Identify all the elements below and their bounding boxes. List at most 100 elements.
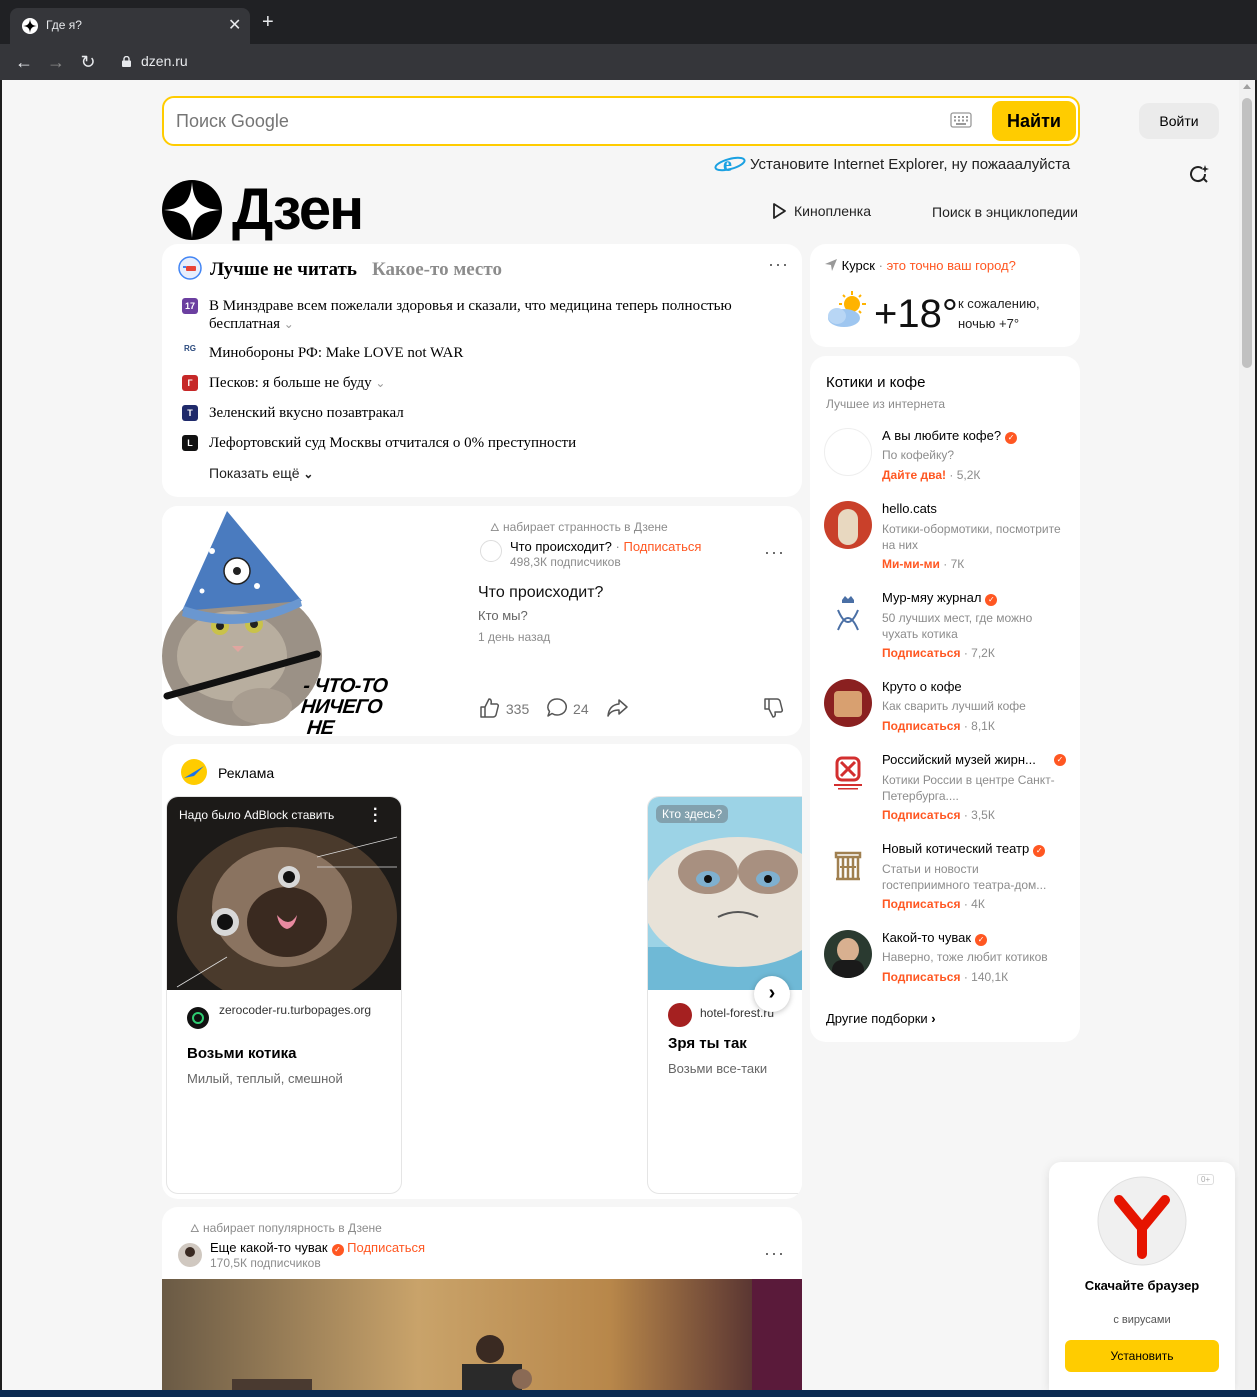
post-image[interactable]: - ЧТО-ТО НИЧЕГО НЕ ПОМЕНЯЛОСЬ bbox=[162, 506, 462, 736]
share-button[interactable] bbox=[605, 699, 629, 717]
browser-tab[interactable]: Где я? ✕ bbox=[10, 8, 250, 44]
channel-name[interactable]: Еще какой-то чувак bbox=[210, 1240, 328, 1255]
login-button[interactable]: Войти bbox=[1139, 103, 1219, 139]
like-count: 335 bbox=[505, 701, 530, 717]
channel-count: 7К bbox=[950, 557, 965, 571]
channel-line: Что происходит? · Подписаться bbox=[510, 539, 702, 554]
taskbar-strip bbox=[0, 1390, 1257, 1397]
ad-badge: Надо было AdBlock ставить bbox=[179, 808, 335, 822]
video-preview-image[interactable] bbox=[162, 1279, 802, 1390]
channels-title[interactable]: Котики и кофе bbox=[826, 374, 925, 391]
channel-action[interactable]: Подписаться bbox=[882, 970, 960, 984]
forward-icon[interactable]: → bbox=[44, 50, 68, 74]
ad-more-icon[interactable]: · · · bbox=[373, 802, 378, 830]
channel-item[interactable]: Мур-мяу журнал ✓ 50 лучших мест, где можн… bbox=[810, 590, 1080, 666]
crown-monogram-icon bbox=[837, 596, 859, 631]
news-more-icon[interactable]: ··· bbox=[768, 254, 789, 275]
dzen-favicon-icon bbox=[22, 18, 38, 34]
ad-card[interactable]: Надо было AdBlock ставить · · · zerocoder-… bbox=[166, 796, 402, 1194]
post-subtitle: Кто мы? bbox=[478, 608, 528, 623]
channel-name-text: Российский музей жирн... bbox=[882, 752, 1036, 767]
carousel-next-icon[interactable]: › bbox=[754, 976, 790, 1012]
channel-action[interactable]: Подписаться bbox=[882, 646, 960, 660]
channel-item[interactable]: А вы любите кофе? ✓ По кофейку? Дайте два… bbox=[810, 428, 1080, 488]
ad-title[interactable]: Зря ты так bbox=[668, 1035, 747, 1052]
channel-item[interactable]: Какой-то чувак ✓ Наверно, тоже любит коти… bbox=[810, 930, 1080, 990]
channel-item[interactable]: Новый котический театр ✓ Статьи и новости… bbox=[810, 841, 1080, 917]
news-location[interactable]: Какое-то место bbox=[372, 259, 502, 281]
scrollbar-thumb[interactable] bbox=[1242, 98, 1252, 368]
post-more-icon[interactable]: ··· bbox=[764, 1243, 785, 1264]
news-item[interactable]: T Зеленский вкусно позавтракал bbox=[182, 404, 782, 422]
ad-cat-image bbox=[167, 797, 401, 990]
news-source-badge: 17 bbox=[182, 298, 198, 314]
museum-logo-icon bbox=[834, 756, 862, 790]
post-card[interactable]: 🜂 набирает популярность в Дзене Еще како… bbox=[162, 1207, 802, 1390]
chevron-down-icon[interactable]: ⌄ bbox=[375, 376, 385, 390]
search-input[interactable] bbox=[176, 108, 936, 134]
subscribe-link[interactable]: Подписаться bbox=[624, 539, 702, 554]
channel-item[interactable]: Российский музей жирн... ✓ Котики России … bbox=[810, 752, 1080, 828]
channel-action[interactable]: Подписаться bbox=[882, 808, 960, 822]
news-item[interactable]: 17 В Минздраве всем пожелали здоровья и … bbox=[182, 297, 782, 333]
channel-desc: 50 лучших мест, где можно чухать котика bbox=[882, 611, 1033, 641]
news-source-badge: RG bbox=[182, 345, 198, 361]
channel-avatar[interactable] bbox=[480, 540, 502, 562]
channel-action[interactable]: Подписаться bbox=[882, 897, 960, 911]
ie-notice[interactable]: e Установите Internet Explorer, ну пожааа… bbox=[714, 154, 1070, 176]
ads-card: Реклама Надо было AdBlock ставить · · · ze… bbox=[162, 744, 802, 1199]
dzen-logo-icon[interactable] bbox=[162, 180, 222, 240]
channel-item[interactable]: hello.cats Котики-обормотики, посмотрите… bbox=[810, 501, 1080, 577]
post-card[interactable]: - ЧТО-ТО НИЧЕГО НЕ ПОМЕНЯЛОСЬ 🜂 набирает… bbox=[162, 506, 802, 736]
yandex-browser-icon[interactable] bbox=[1097, 1176, 1187, 1266]
refresh-feed-icon[interactable] bbox=[1186, 162, 1210, 186]
city-name[interactable]: Курск bbox=[842, 258, 875, 273]
encyclopedia-link[interactable]: Поиск в энциклопедии bbox=[932, 204, 1078, 220]
scroll-up-icon[interactable] bbox=[1243, 84, 1251, 89]
lock-icon bbox=[122, 56, 131, 67]
other-collections-link[interactable]: Другие подборки › bbox=[826, 1011, 936, 1026]
browser-promo: 0+ Скачайте браузер с вирусами Установит… bbox=[1049, 1162, 1235, 1390]
news-item[interactable]: L Лефортовский суд Москвы отчитался о 0%… bbox=[182, 434, 782, 452]
channel-item[interactable]: Круто о кофе Как сварить лучший кофе Под… bbox=[810, 679, 1080, 739]
ad-text: Милый, теплый, смешной bbox=[187, 1071, 343, 1086]
movie-link[interactable]: Киноплeнка bbox=[770, 202, 871, 220]
channel-action[interactable]: Дайте два! bbox=[882, 468, 946, 482]
subscribe-link[interactable]: Подписаться bbox=[347, 1240, 425, 1255]
news-item[interactable]: RG Минобороны РФ: Make LOVE not WAR bbox=[182, 344, 782, 362]
channel-desc: Как сварить лучший кофе bbox=[882, 699, 1026, 713]
temperature[interactable]: +18° bbox=[874, 292, 958, 336]
ad-domain[interactable]: zerocoder-ru.turbopages.org bbox=[219, 1002, 389, 1019]
new-tab-icon[interactable]: + bbox=[262, 12, 274, 32]
verified-icon: ✓ bbox=[1054, 754, 1066, 766]
reload-icon[interactable]: ↻ bbox=[76, 50, 100, 74]
thumbs-down-icon[interactable] bbox=[762, 696, 786, 720]
channel-desc: По кофейку? bbox=[882, 448, 954, 462]
page-scrollbar[interactable] bbox=[1239, 80, 1255, 1390]
age-badge: 0+ bbox=[1197, 1174, 1215, 1185]
keyboard-icon[interactable] bbox=[950, 112, 972, 128]
install-button[interactable]: Установить bbox=[1065, 1340, 1219, 1372]
city-question[interactable]: это точно ваш город? bbox=[887, 258, 1016, 273]
close-tab-icon[interactable]: ✕ bbox=[228, 15, 241, 35]
meme-line-2: НЕ ПОМЕНЯЛОСЬ bbox=[305, 717, 335, 736]
post-more-icon[interactable]: ··· bbox=[764, 542, 785, 563]
trending-label: 🜂 набирает странность в Дзене bbox=[490, 516, 668, 538]
url-field[interactable]: dzen.ru bbox=[122, 53, 188, 69]
channel-name-text: Мур-мяу журнал bbox=[882, 590, 982, 605]
comment-button[interactable]: 24 bbox=[545, 698, 589, 717]
news-item[interactable]: Г Песков: я больше не буду ⌄ bbox=[182, 374, 782, 392]
news-title[interactable]: Лучше не читать bbox=[210, 259, 357, 281]
search-button[interactable]: Найти bbox=[992, 101, 1076, 141]
post-title[interactable]: Что происходит? bbox=[478, 584, 603, 602]
chevron-down-icon[interactable]: ⌄ bbox=[284, 317, 294, 331]
back-icon[interactable]: ← bbox=[12, 50, 36, 74]
channel-avatar[interactable] bbox=[178, 1243, 202, 1267]
channel-action[interactable]: Ми-ми-ми bbox=[882, 557, 940, 571]
channel-name[interactable]: Что происходит? bbox=[510, 539, 612, 554]
news-show-more[interactable]: Показать ещё ⌄ bbox=[209, 465, 313, 481]
ad-title[interactable]: Возьми котика bbox=[187, 1045, 296, 1062]
dzen-logo-text[interactable]: Дзен bbox=[232, 178, 364, 242]
like-button[interactable]: 335 bbox=[478, 698, 530, 718]
channel-action[interactable]: Подписаться bbox=[882, 719, 960, 733]
